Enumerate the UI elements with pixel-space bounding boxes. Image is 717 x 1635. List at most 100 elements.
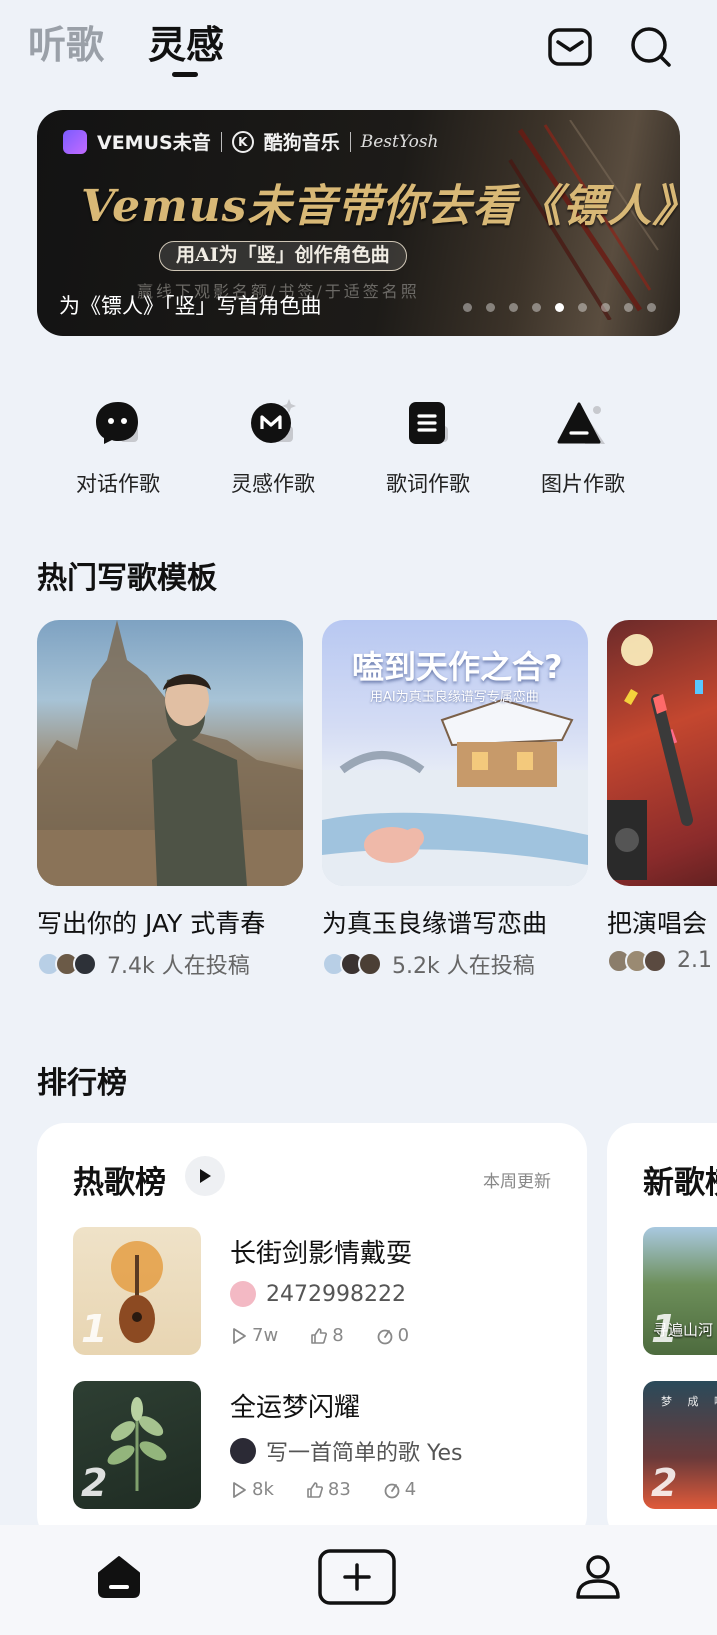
castle-illustration — [37, 620, 303, 886]
like-count[interactable]: 83 — [306, 1479, 351, 1500]
mail-icon[interactable] — [547, 24, 593, 70]
banner-brands: VEMUS未音 K 酷狗音乐 BestYosh — [63, 128, 439, 155]
tab-inspiration-label: 灵感 — [148, 23, 225, 67]
like-count[interactable]: 8 — [310, 1325, 344, 1346]
top-tabs: 听歌 灵感 — [28, 22, 225, 77]
banner-title: Vemus未音带你去看《镖人》 — [81, 181, 680, 232]
template-meta: 2.1 — [607, 948, 717, 973]
quick-action-inspiration[interactable]: 灵感作歌 — [208, 396, 338, 498]
concert-illustration — [607, 634, 703, 880]
brand-vemus: VEMUS未音 — [97, 132, 211, 154]
quick-action-image[interactable]: 图片作歌 — [518, 396, 648, 498]
quick-action-chat[interactable]: 对话作歌 — [53, 396, 183, 498]
rank-number: 2 — [81, 1461, 108, 1505]
template-card[interactable]: 写出你的 JAY 式青春 7.4k 人在投稿 — [37, 620, 305, 980]
brand-script: BestYosh — [360, 131, 439, 152]
song-author: 写一首简单的歌 Yes — [230, 1435, 463, 1467]
inspiration-icon — [251, 399, 296, 443]
template-card[interactable]: 嗑到天作之合? 用AI为真玉良缘谱写专属恋曲 为真玉良缘谱写恋曲 5.2k 人在… — [322, 620, 590, 980]
song-row[interactable]: 1 长街剑影情戴耍 2472998222 7w 8 0 — [73, 1227, 553, 1357]
pagination-dot[interactable] — [463, 303, 472, 312]
song-row[interactable]: 梦 成 啊 2 — [643, 1381, 717, 1511]
kugou-logo-icon: K — [231, 130, 254, 153]
brand-kugou: 酷狗音乐 — [263, 132, 340, 154]
quick-action-label: 图片作歌 — [541, 472, 625, 496]
song-name: 长街剑影情戴耍 — [230, 1239, 413, 1269]
author-name: 写一首简单的歌 Yes — [266, 1441, 463, 1466]
template-card[interactable]: 把演唱会 2.1 — [607, 620, 717, 973]
rank-number: 1 — [651, 1307, 678, 1351]
plus-icon[interactable] — [318, 1549, 396, 1605]
play-count: 7w — [230, 1325, 278, 1346]
pagination-dot[interactable] — [624, 303, 633, 312]
song-cover: 寻遍山河 1 — [643, 1227, 717, 1355]
play-outline-icon — [233, 1481, 246, 1498]
use-count: 4 — [383, 1479, 416, 1500]
bottom-nav — [0, 1525, 717, 1635]
pagination-dot[interactable] — [532, 303, 541, 312]
quick-action-lyrics[interactable]: 歌词作歌 — [363, 396, 493, 498]
brand-divider — [349, 131, 351, 152]
remix-icon — [377, 1329, 393, 1344]
template-cover: 嗑到天作之合? 用AI为真玉良缘谱写专属恋曲 — [322, 620, 588, 886]
profile-icon[interactable] — [574, 1553, 622, 1601]
tab-listen[interactable]: 听歌 — [28, 22, 104, 68]
ranking-card-hot[interactable]: 热歌榜 本周更新 1 长街剑影情戴耍 2472998222 7w 8 0 2 全… — [37, 1123, 587, 1543]
banner-pill: 用AI为「竖」创作角色曲 — [159, 241, 407, 271]
search-icon[interactable] — [628, 24, 674, 70]
template-cover — [37, 620, 303, 886]
song-cover: 2 — [73, 1381, 201, 1509]
pagination-dot[interactable] — [601, 303, 610, 312]
play-icon — [200, 1169, 211, 1183]
use-count-value: 4 — [404, 1479, 417, 1500]
image-icon — [557, 402, 605, 444]
template-count: 7.4k 人在投稿 — [107, 954, 250, 979]
template-overlay-sub: 用AI为真玉良缘谱写专属恋曲 — [370, 690, 539, 705]
song-row[interactable]: 寻遍山河 1 — [643, 1227, 717, 1357]
like-count-value: 83 — [327, 1479, 351, 1500]
template-title: 写出你的 JAY 式青春 — [37, 909, 266, 938]
section-title-templates: 热门写歌模板 — [37, 561, 217, 596]
template-title: 为真玉良缘谱写恋曲 — [322, 909, 548, 938]
pagination-dot[interactable] — [486, 303, 495, 312]
song-stats: 8k 83 4 — [230, 1479, 416, 1500]
home-icon[interactable] — [95, 1553, 143, 1601]
ranking-update-note: 本周更新 — [483, 1172, 551, 1192]
avatar — [230, 1281, 256, 1307]
song-name: 全运梦闪耀 — [230, 1393, 361, 1423]
template-overlay-title: 嗑到天作之合? — [352, 648, 563, 686]
play-count: 8k — [230, 1479, 274, 1500]
play-outline-icon — [233, 1327, 246, 1344]
tab-inspiration[interactable]: 灵感 — [148, 22, 225, 77]
rank-number: 2 — [651, 1461, 678, 1505]
banner-pagination[interactable] — [463, 303, 656, 312]
ranking-card-new[interactable]: 新歌榜 寻遍山河 1 梦 成 啊 2 — [607, 1123, 717, 1543]
song-cover: 梦 成 啊 2 — [643, 1381, 717, 1509]
play-all-button[interactable] — [185, 1156, 225, 1196]
contributor-avatars — [37, 952, 97, 976]
template-count: 5.2k 人在投稿 — [392, 954, 535, 979]
pagination-dot[interactable] — [647, 303, 656, 312]
template-cover — [607, 620, 717, 886]
avatar — [230, 1438, 256, 1464]
song-stats: 7w 8 0 — [230, 1325, 409, 1346]
use-count-value: 0 — [397, 1325, 410, 1346]
section-title-ranking: 排行榜 — [37, 1066, 127, 1101]
song-author: 2472998222 — [230, 1281, 406, 1307]
quick-action-label: 歌词作歌 — [386, 472, 470, 496]
song-row[interactable]: 2 全运梦闪耀 写一首简单的歌 Yes 8k 83 4 — [73, 1381, 553, 1511]
lyrics-icon — [409, 402, 448, 444]
author-name: 2472998222 — [266, 1281, 406, 1307]
pagination-dot[interactable] — [578, 303, 587, 312]
pagination-dot[interactable] — [555, 303, 564, 312]
pagination-dot[interactable] — [509, 303, 518, 312]
promo-banner[interactable]: VEMUS未音 K 酷狗音乐 BestYosh Vemus未音带你去看《镖人》 … — [37, 110, 680, 336]
contributor-avatars — [322, 952, 382, 976]
quick-action-label: 灵感作歌 — [231, 472, 315, 496]
avatar — [358, 952, 382, 976]
ranking-title: 热歌榜 — [73, 1165, 166, 1201]
remix-icon — [384, 1483, 400, 1498]
avatar — [643, 948, 667, 973]
template-meta: 5.2k 人在投稿 — [322, 948, 590, 980]
play-count-value: 7w — [252, 1325, 279, 1346]
